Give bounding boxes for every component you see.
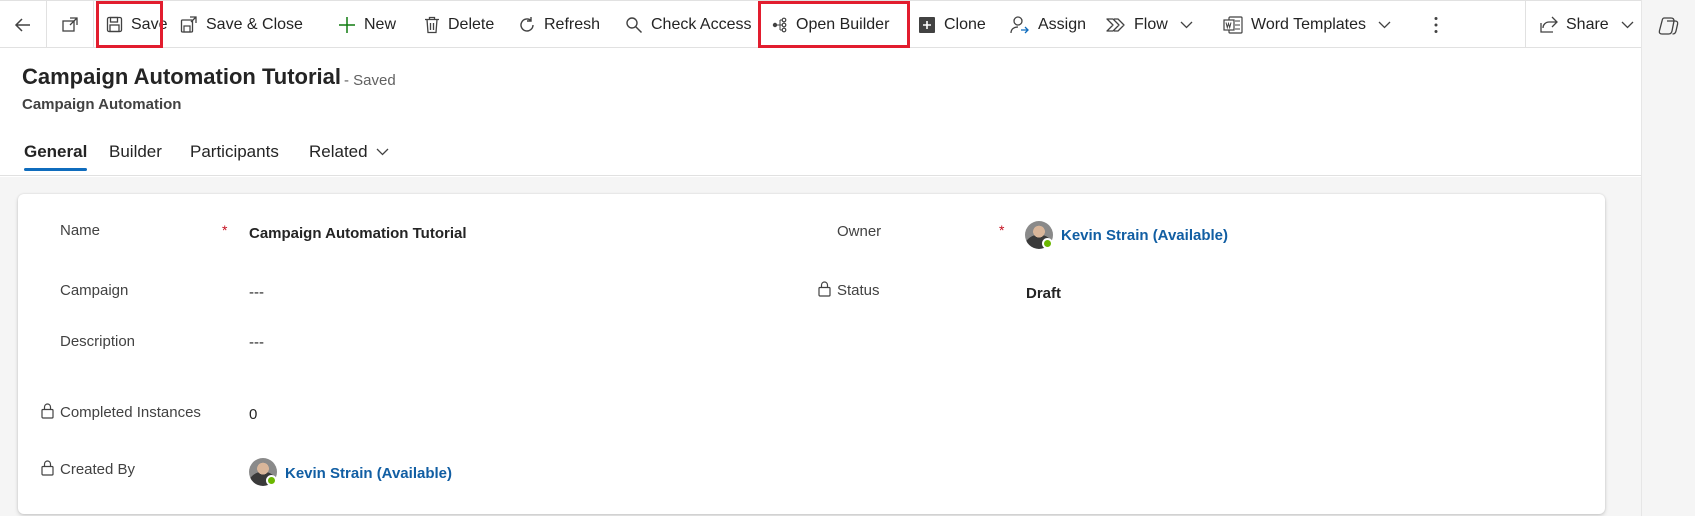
save-icon	[106, 16, 123, 33]
word-templates-label: Word Templates	[1251, 15, 1367, 33]
required-indicator: *	[222, 222, 228, 238]
required-indicator: *	[999, 222, 1005, 238]
delete-button[interactable]: Delete	[414, 1, 504, 48]
flow-button[interactable]: Flow	[1096, 1, 1203, 48]
refresh-label: Refresh	[544, 15, 601, 33]
page-title: Campaign Automation Tutorial	[22, 64, 341, 89]
new-label: New	[364, 15, 397, 33]
copilot-icon	[1658, 17, 1679, 35]
entity-name: Campaign Automation	[22, 96, 182, 113]
lock-icon	[41, 460, 54, 476]
save-close-label: Save & Close	[206, 15, 303, 33]
command-bar: Save Save & Close New Delete Refresh Che…	[0, 0, 1641, 48]
save-close-button[interactable]: Save & Close	[170, 1, 313, 48]
share-button[interactable]: Share	[1530, 1, 1644, 48]
share-divider	[1525, 1, 1526, 48]
builder-flow-icon	[772, 17, 787, 32]
app-window: Save Save & Close New Delete Refresh Che…	[0, 0, 1641, 516]
name-field[interactable]: Campaign Automation Tutorial	[249, 225, 467, 242]
more-commands-button[interactable]	[1420, 1, 1452, 48]
flow-icon	[1106, 17, 1125, 32]
delete-label: Delete	[448, 15, 495, 33]
tab-builder[interactable]: Builder	[109, 134, 162, 170]
refresh-button[interactable]: Refresh	[508, 1, 610, 48]
save-button[interactable]: Save	[96, 1, 167, 48]
tab-participants[interactable]: Participants	[190, 134, 279, 170]
popout-button[interactable]	[47, 1, 94, 48]
chevron-down-icon	[1621, 21, 1634, 28]
status-value: Draft	[1026, 285, 1062, 302]
check-access-button[interactable]: Check Access	[615, 1, 761, 48]
tab-related[interactable]: Related	[309, 134, 389, 170]
chevron-down-icon	[376, 148, 389, 156]
name-label: Name	[60, 222, 101, 239]
side-pane-rail	[1641, 0, 1695, 516]
owner-label: Owner	[837, 223, 882, 240]
chevron-down-icon	[1378, 21, 1391, 28]
campaign-field[interactable]: ---	[249, 284, 264, 301]
lock-icon	[818, 281, 831, 297]
assign-label: Assign	[1038, 15, 1087, 33]
save-label: Save	[131, 15, 168, 33]
key-search-icon	[626, 16, 643, 33]
save-status: - Saved	[344, 72, 396, 89]
active-tab-indicator	[24, 168, 87, 171]
flow-label: Flow	[1134, 15, 1168, 33]
description-label: Description	[60, 333, 136, 350]
lock-icon	[41, 403, 54, 419]
open-builder-button[interactable]: Open Builder	[758, 1, 910, 48]
save-close-icon	[180, 15, 197, 33]
presence-available-icon	[266, 475, 277, 486]
completed-instances-value: 0	[249, 406, 258, 423]
clone-label: Clone	[944, 15, 986, 33]
new-button[interactable]: New	[328, 1, 406, 48]
tab-related-label: Related	[309, 142, 368, 161]
back-arrow-icon	[14, 17, 30, 32]
created-by-label: Created By	[60, 461, 136, 478]
status-label: Status	[837, 282, 880, 299]
presence-available-icon	[1042, 238, 1053, 249]
word-templates-button[interactable]: Word Templates	[1213, 1, 1401, 48]
description-field[interactable]: ---	[249, 334, 264, 351]
plus-icon	[339, 16, 355, 33]
copilot-button[interactable]	[1657, 14, 1681, 38]
chevron-down-icon	[1180, 21, 1193, 28]
word-document-icon	[1223, 15, 1243, 34]
clone-icon	[919, 16, 935, 33]
campaign-label: Campaign	[60, 282, 129, 299]
completed-instances-label: Completed Instances	[60, 404, 201, 421]
assign-button[interactable]: Assign	[1000, 1, 1096, 48]
share-icon	[1540, 16, 1558, 33]
open-builder-label: Open Builder	[796, 15, 890, 33]
owner-link[interactable]: Kevin Strain (Available)	[1061, 227, 1228, 244]
popout-icon	[62, 16, 78, 32]
share-label: Share	[1566, 15, 1609, 33]
refresh-icon	[520, 16, 534, 32]
clone-button[interactable]: Clone	[908, 1, 996, 48]
assign-person-icon	[1010, 15, 1029, 33]
back-button[interactable]	[0, 1, 47, 48]
trash-icon	[425, 16, 439, 33]
more-vertical-icon	[1434, 16, 1438, 33]
tab-general[interactable]: General	[24, 134, 87, 170]
tab-list: General Builder Participants Related	[0, 128, 1641, 176]
created-by-link[interactable]: Kevin Strain (Available)	[285, 465, 452, 482]
check-access-label: Check Access	[651, 15, 752, 33]
